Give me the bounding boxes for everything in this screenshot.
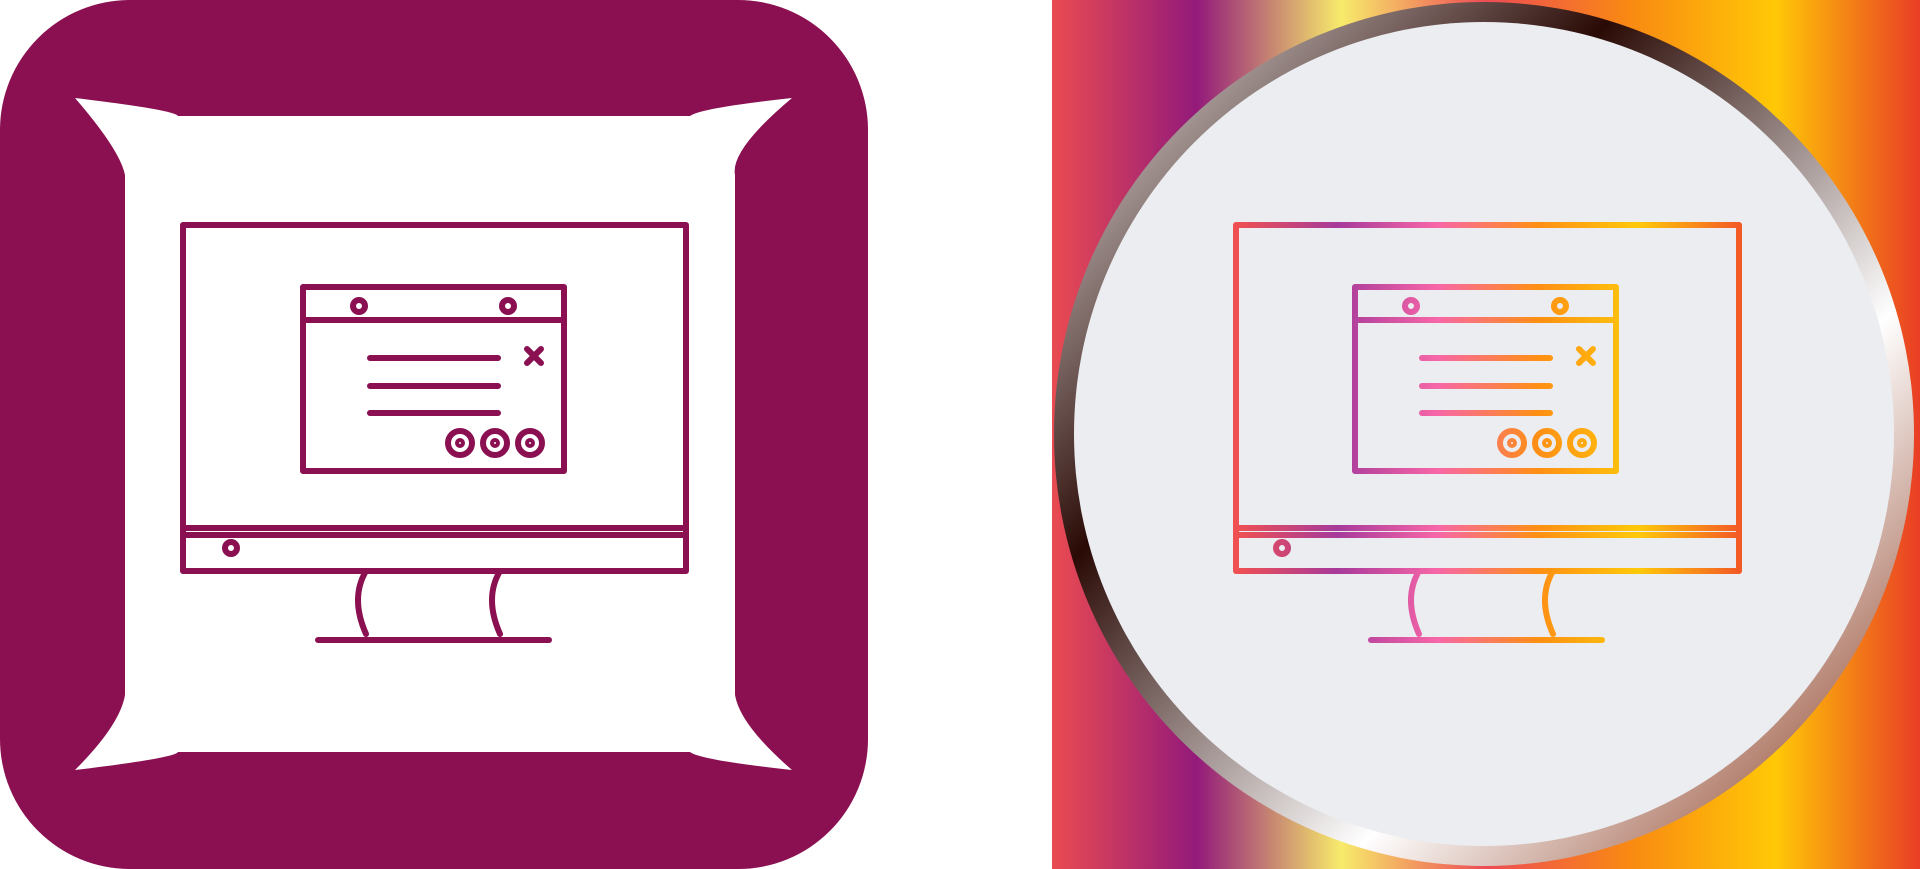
button-dot-3 xyxy=(1577,438,1587,448)
computer-icon-glyph xyxy=(0,0,868,869)
button-dot-2 xyxy=(490,438,500,448)
button-dot-3 xyxy=(525,438,535,448)
inner-circle xyxy=(1074,22,1894,846)
icon-showcase xyxy=(0,0,1920,869)
button-dot-1 xyxy=(1507,438,1517,448)
button-dot-2 xyxy=(1542,438,1552,448)
computer-icon-gradient xyxy=(1052,0,1920,869)
gradient-style-panel xyxy=(1052,0,1920,869)
button-dot-1 xyxy=(455,438,465,448)
glyph-style-panel xyxy=(0,0,868,869)
